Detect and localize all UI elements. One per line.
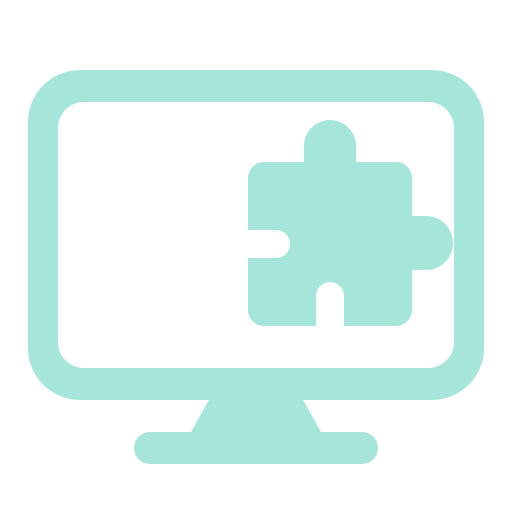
monitor-puzzle-svg (28, 70, 484, 464)
monitor-stand-icon (134, 432, 378, 464)
monitor-puzzle-icon (0, 0, 512, 512)
puzzle-piece-icon (248, 120, 453, 326)
monitor-neck-icon (190, 398, 322, 434)
